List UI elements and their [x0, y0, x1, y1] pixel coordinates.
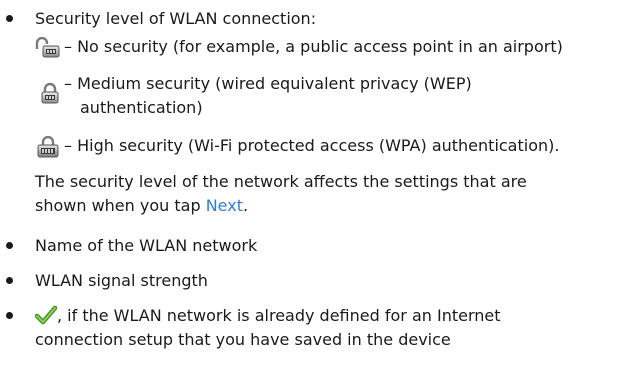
bullet-network-name-text: Name of the WLAN network [35, 236, 258, 255]
bullet-marker [6, 242, 13, 249]
security-item-medium-text-line1: – Medium security (wired equivalent priv… [64, 74, 472, 93]
bullet-network-defined-line1: , if the WLAN network is already defined… [35, 304, 501, 328]
checkmark-icon [35, 305, 57, 325]
locked-padlock-icon [37, 136, 59, 158]
padlock-icon [41, 82, 59, 104]
bullet-marker [6, 277, 13, 284]
bullet-marker [6, 312, 13, 319]
next-link[interactable]: Next [206, 196, 243, 215]
security-note-prefix: shown when you tap [35, 196, 206, 215]
bullet-network-defined-text: , if the WLAN network is already defined… [57, 306, 501, 325]
bullet-marker [6, 15, 13, 22]
bullet-signal-strength-text: WLAN signal strength [35, 271, 208, 290]
security-note-line2: shown when you tap Next. [35, 194, 248, 218]
open-padlock-icon [35, 37, 60, 58]
security-note-line1: The security level of the network affect… [35, 172, 527, 191]
bullet-label: Security level of WLAN connection: [35, 9, 317, 28]
document-page: Security level of WLAN connection: – No … [0, 0, 642, 367]
bullet-network-defined-line2: connection setup that you have saved in … [35, 330, 451, 349]
security-note-suffix: . [242, 196, 249, 215]
security-item-medium-text-line2: authentication) [80, 98, 203, 117]
security-item-none-text: – No security (for example, a public acc… [64, 37, 563, 56]
security-item-high-text: – High security (Wi-Fi protected access … [64, 136, 560, 155]
